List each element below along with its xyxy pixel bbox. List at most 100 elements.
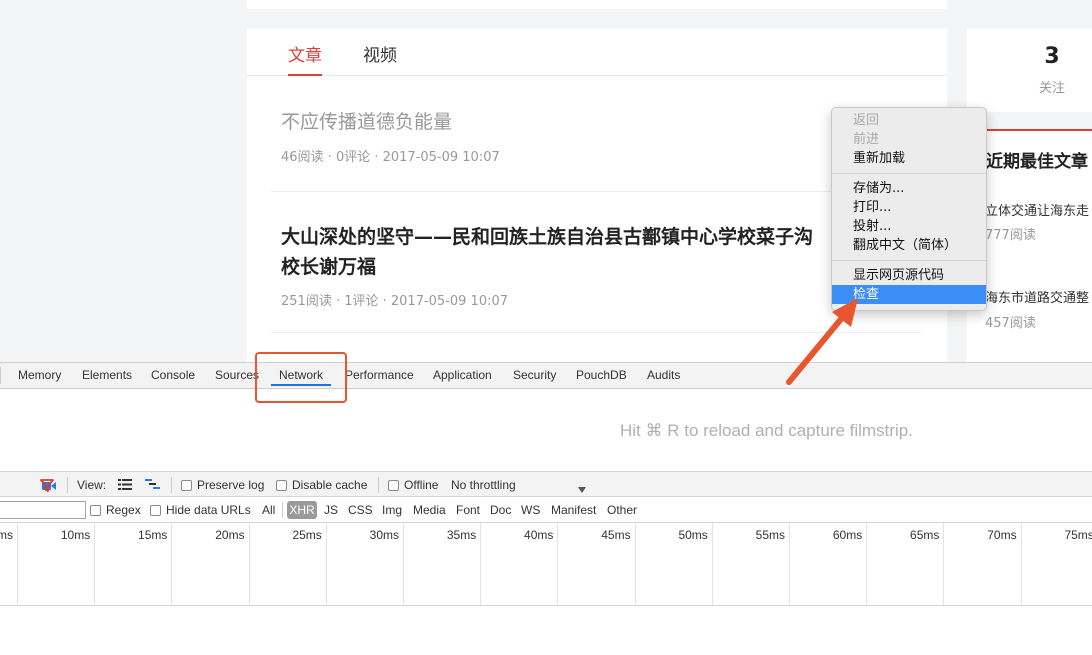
- best-article-link[interactable]: 立体交通让海东走: [985, 200, 1089, 219]
- menu-separator: [832, 260, 986, 261]
- throttling-select[interactable]: No throttling: [451, 478, 516, 492]
- timeline-tick-label: ms: [0, 528, 13, 542]
- checkbox-box: [276, 480, 287, 491]
- divider: [271, 191, 921, 192]
- toolbar-separator: [378, 477, 379, 493]
- disable-cache-label: Disable cache: [292, 478, 368, 492]
- filmstrip-area: Hit ⌘ R to reload and capture filmstrip.: [0, 389, 1092, 471]
- article-meta: 46阅读 · 0评论 · 2017-05-09 10:07: [281, 150, 500, 165]
- filter-type-img[interactable]: Img: [382, 503, 402, 517]
- checkbox-box: [181, 480, 192, 491]
- network-tab-highlight: [255, 352, 347, 403]
- content-tabs: 文章 视频: [247, 29, 947, 76]
- tab-memory[interactable]: Memory: [18, 368, 61, 382]
- menu-item-view-source[interactable]: 显示网页源代码: [832, 266, 986, 285]
- regex-checkbox[interactable]: Regex: [90, 503, 141, 517]
- tab-pouchdb[interactable]: PouchDB: [576, 368, 627, 382]
- filter-type-doc[interactable]: Doc: [490, 503, 511, 517]
- article-item[interactable]: 不应传播道德负能量 46阅读 · 0评论 · 2017-05-09 10:07: [281, 107, 921, 165]
- view-label: View:: [77, 478, 107, 492]
- article-meta: 251阅读 · 1评论 · 2017-05-09 10:07: [281, 294, 509, 309]
- filter-type-font[interactable]: Font: [456, 503, 480, 517]
- timeline-tick-label: 55ms: [755, 528, 785, 542]
- timeline-gridline: [17, 523, 18, 605]
- timeline-tick-label: 30ms: [369, 528, 399, 542]
- menu-item-forward: 前进: [853, 132, 880, 147]
- menu-item-reload[interactable]: 重新加载: [832, 149, 986, 168]
- filter-input[interactable]: [0, 501, 86, 519]
- filter-type-css[interactable]: CSS: [348, 503, 373, 517]
- timeline-gridline: [711, 523, 713, 605]
- menu-separator: [832, 173, 986, 174]
- tab-performance[interactable]: Performance: [345, 368, 414, 382]
- menu-item-print[interactable]: 打印...: [832, 198, 986, 217]
- tab-sources[interactable]: Sources: [215, 368, 259, 382]
- filter-type-all[interactable]: All: [262, 503, 275, 517]
- menu-item-back: 返回: [853, 113, 880, 128]
- preserve-log-checkbox[interactable]: Preserve log: [181, 478, 264, 492]
- filter-icon[interactable]: [40, 479, 54, 495]
- timeline-gridline: [789, 523, 790, 605]
- devtools-tab-bar: Memory Elements Console Sources Network …: [0, 363, 1092, 389]
- tab-audits[interactable]: Audits: [647, 368, 680, 382]
- timeline-tick-label: 20ms: [215, 528, 245, 542]
- tab-articles[interactable]: 文章: [288, 41, 322, 76]
- article-title[interactable]: 大山深处的坚守——民和回族土族自治县古鄯镇中心学校菜子沟 校长谢万福: [281, 222, 921, 282]
- filter-type-js[interactable]: JS: [324, 503, 338, 517]
- timeline-gridline: [634, 523, 636, 605]
- filter-type-ws[interactable]: WS: [521, 503, 540, 517]
- timeline-gridline: [557, 523, 559, 605]
- menu-item-cast[interactable]: 投射...: [832, 217, 986, 236]
- best-articles-title: 近期最佳文章: [986, 152, 1088, 172]
- timeline-tick-label: 75ms: [1064, 528, 1092, 542]
- offline-label: Offline: [404, 478, 439, 492]
- timeline-gridline: [248, 523, 250, 605]
- tab-console[interactable]: Console: [151, 368, 195, 382]
- timeline-overview[interactable]: ms 10ms 15ms 20ms 25ms 30ms 35ms 40ms 45ms 50ms 55…: [0, 523, 1092, 605]
- tab-security[interactable]: Security: [513, 368, 556, 382]
- timeline-gridline: [94, 523, 96, 605]
- timeline-gridline: [943, 523, 945, 605]
- article-title-line: 大山深处的坚守——民和回族土族自治县古鄯镇中心学校菜子沟: [281, 226, 814, 248]
- timeline-tick-label: 65ms: [910, 528, 940, 542]
- network-filter-bar: Regex Hide data URLs All XHR JS CSS Img …: [0, 497, 1092, 523]
- offline-checkbox[interactable]: Offline: [388, 478, 438, 492]
- timeline-bottom-border: [0, 605, 1092, 606]
- tab-elements[interactable]: Elements: [82, 368, 132, 382]
- hide-data-urls-label: Hide data URLs: [166, 503, 251, 517]
- filter-type-manifest[interactable]: Manifest: [551, 503, 596, 517]
- follow-count[interactable]: 3: [967, 44, 1092, 69]
- filter-type-xhr[interactable]: XHR: [287, 501, 317, 519]
- dropdown-arrow-icon[interactable]: [578, 482, 586, 496]
- tab-divider: [0, 367, 1, 384]
- hide-data-urls-checkbox[interactable]: Hide data URLs: [150, 503, 251, 517]
- menu-item-translate[interactable]: 翻成中文（简体）: [832, 236, 986, 255]
- timeline-tick-label: 60ms: [832, 528, 863, 542]
- filter-type-other[interactable]: Other: [607, 503, 637, 517]
- tab-videos[interactable]: 视频: [363, 41, 397, 66]
- timeline-tick-label: 35ms: [446, 528, 477, 542]
- timeline-tick-label: 40ms: [524, 528, 554, 542]
- timeline-tick-label: 10ms: [60, 528, 91, 542]
- list-view-icon[interactable]: [118, 479, 132, 493]
- article-title[interactable]: 不应传播道德负能量: [281, 107, 921, 137]
- network-toolbar: View: Preserve log Disable cache Offline…: [0, 471, 1092, 497]
- tab-application[interactable]: Application: [433, 368, 492, 382]
- timeline-gridline: [480, 523, 482, 605]
- menu-item-save-as[interactable]: 存储为...: [832, 179, 986, 198]
- toolbar-separator: [67, 477, 68, 493]
- filter-type-media[interactable]: Media: [413, 503, 446, 517]
- follow-label: 关注: [1038, 81, 1065, 96]
- disable-cache-checkbox[interactable]: Disable cache: [276, 478, 367, 492]
- article-item[interactable]: 大山深处的坚守——民和回族土族自治县古鄯镇中心学校菜子沟 校长谢万福 251阅读…: [281, 222, 921, 309]
- checkbox-box: [388, 480, 399, 491]
- waterfall-view-icon[interactable]: [145, 479, 161, 494]
- timeline-tick-label: 25ms: [292, 528, 322, 542]
- preserve-log-label: Preserve log: [197, 478, 265, 492]
- article-title-line: 校长谢万福: [281, 256, 377, 278]
- best-article-link[interactable]: 海东市道路交通整: [985, 287, 1089, 306]
- timeline-gridline: [866, 523, 868, 605]
- timeline-gridline: [325, 523, 327, 605]
- timeline-tick-label: 70ms: [987, 528, 1017, 542]
- menu-item-inspect[interactable]: 检查: [832, 285, 986, 304]
